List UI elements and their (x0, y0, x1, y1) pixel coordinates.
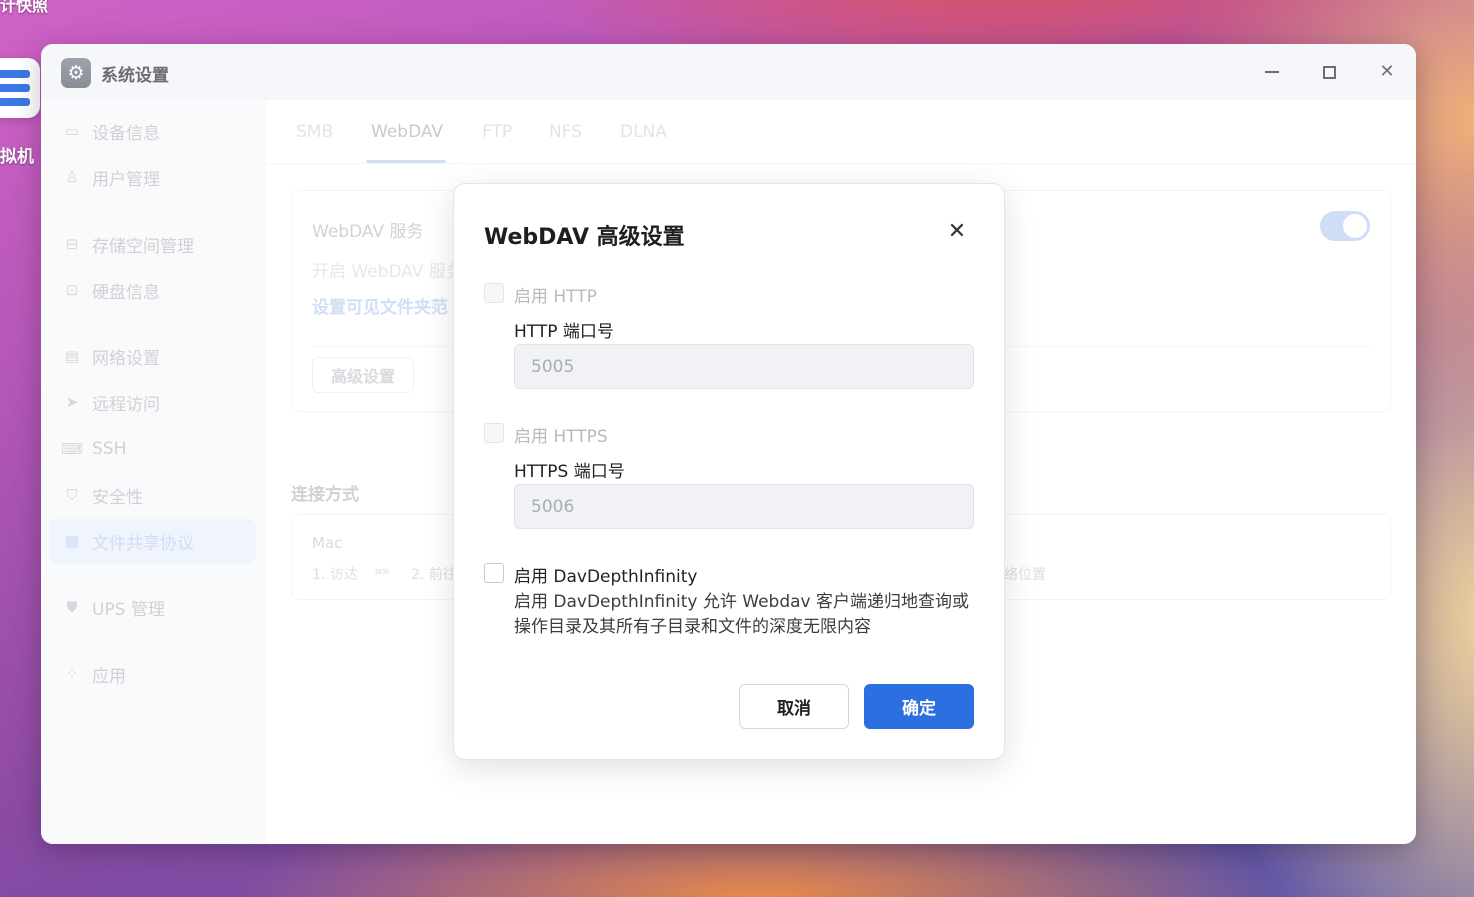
https-port-label: HTTPS 端口号 (514, 462, 625, 482)
http-port-input[interactable]: 5005 (514, 344, 974, 389)
enable-depth-infinity-label: 启用 DavDepthInfinity (514, 567, 698, 587)
desktop-vm-label: 拟机 (0, 147, 34, 167)
cancel-button[interactable]: 取消 (739, 684, 849, 729)
http-port-label: HTTP 端口号 (514, 322, 614, 342)
dialog-close-button[interactable]: ✕ (944, 218, 970, 244)
enable-http-checkbox[interactable] (484, 283, 504, 303)
desktop-shortcut-label-top: 计快照 (0, 0, 49, 15)
enable-https-checkbox[interactable] (484, 423, 504, 443)
confirm-button[interactable]: 确定 (864, 684, 974, 729)
enable-http-label: 启用 HTTP (514, 287, 597, 307)
close-icon: ✕ (947, 218, 967, 244)
dialog-title: WebDAV 高级设置 (484, 225, 685, 250)
https-port-input[interactable]: 5006 (514, 484, 974, 529)
enable-https-label: 启用 HTTPS (514, 427, 608, 447)
desktop-vm-app-icon[interactable] (0, 58, 40, 118)
enable-depth-infinity-checkbox[interactable] (484, 563, 504, 583)
webdav-advanced-settings-dialog: WebDAV 高级设置 ✕ 启用 HTTP HTTP 端口号 5005 启用 H… (453, 183, 1005, 760)
depth-infinity-help-text: 启用 DavDepthInfinity 允许 Webdav 客户端递归地查询或操… (514, 592, 970, 637)
